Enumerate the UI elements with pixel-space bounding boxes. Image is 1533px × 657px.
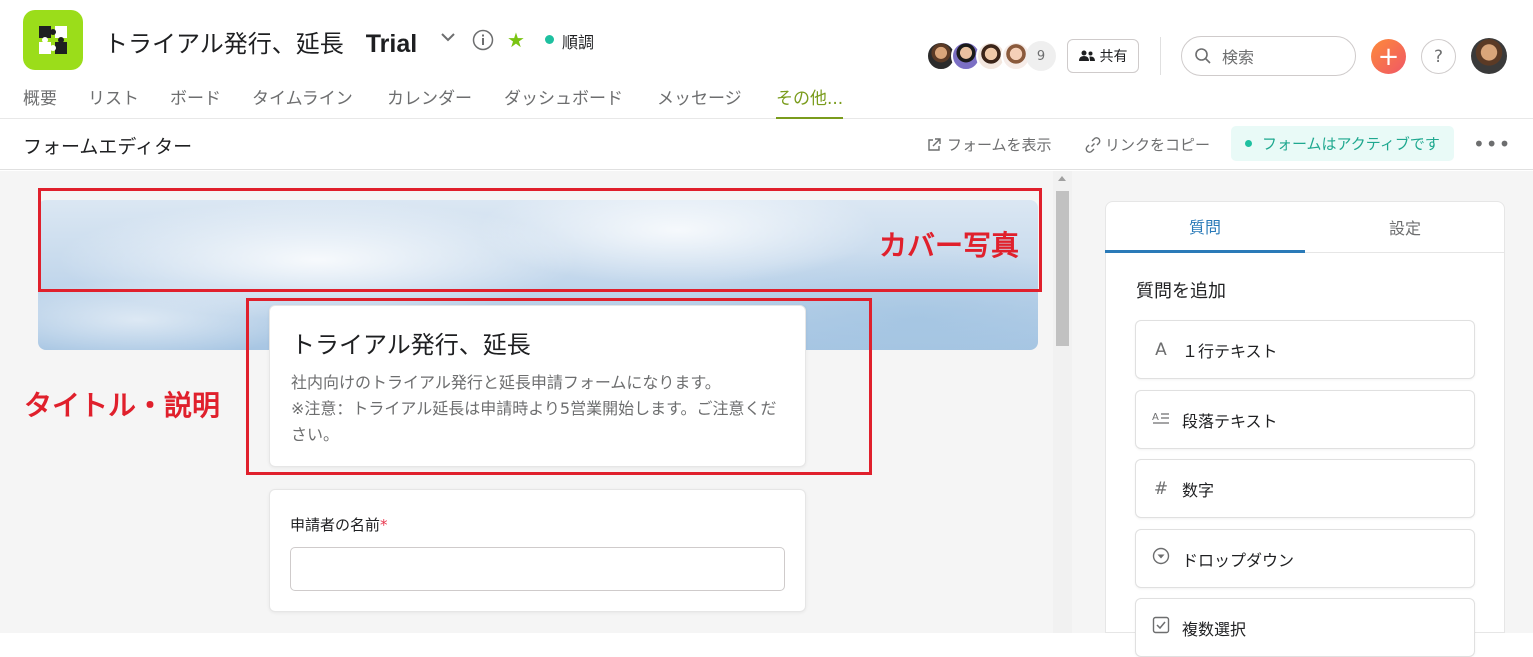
status-label[interactable]: 順調 (562, 29, 594, 53)
status-dot (545, 35, 554, 44)
scroll-up-arrow-icon[interactable] (1058, 176, 1066, 181)
paragraph-icon: A (1152, 410, 1170, 430)
annotation-title-box (246, 298, 872, 475)
tab-more[interactable]: その他... (776, 84, 843, 109)
search-placeholder: 検索 (1222, 48, 1255, 67)
tab-settings[interactable]: 設定 (1305, 201, 1505, 253)
more-options-icon[interactable]: ••• (1473, 132, 1511, 156)
required-mark: * (380, 516, 388, 534)
question-type-label: ドロップダウン (1182, 550, 1295, 570)
checkbox-icon (1152, 616, 1170, 639)
question-label-text: 申請者の名前 (290, 516, 381, 534)
question-label: 申請者の名前* (290, 514, 388, 535)
member-count[interactable]: 9 (1026, 41, 1056, 71)
question-type-label: 複数選択 (1182, 619, 1247, 639)
tab-board[interactable]: ボード (170, 84, 221, 109)
status-dot (1245, 140, 1252, 147)
dropdown-icon (1152, 547, 1170, 570)
add-number-button[interactable]: # 数字 (1135, 459, 1475, 518)
tab-dashboard[interactable]: ダッシュボード (504, 84, 623, 109)
tab-calendar[interactable]: カレンダー (387, 84, 472, 109)
copy-link-label: リンクをコピー (1105, 136, 1211, 154)
add-button[interactable]: + (1371, 39, 1406, 74)
svg-text:A: A (1152, 412, 1159, 423)
external-link-icon (928, 137, 941, 151)
question-type-label: １行テキスト (1182, 341, 1278, 361)
search-icon (1195, 48, 1211, 64)
tab-overview[interactable]: 概要 (23, 84, 57, 109)
link-icon (1085, 136, 1101, 153)
add-question-heading: 質問を追加 (1136, 281, 1226, 302)
info-icon[interactable] (472, 29, 494, 55)
scrollbar-thumb[interactable] (1056, 191, 1069, 346)
form-active-toggle[interactable]: フォームはアクティブです (1231, 126, 1454, 161)
name-answer-field[interactable] (290, 547, 785, 591)
tab-messages[interactable]: メッセージ (657, 84, 742, 109)
help-button[interactable]: ? (1421, 39, 1456, 74)
annotation-cover-label: カバー写真 (879, 229, 1020, 262)
search-input[interactable]: 検索 (1181, 36, 1356, 76)
share-label: 共有 (1099, 49, 1128, 65)
tab-timeline[interactable]: タイムライン (252, 84, 353, 109)
add-single-line-text-button[interactable]: A １行テキスト (1135, 320, 1475, 379)
view-form-label: フォームを表示 (947, 136, 1052, 154)
form-status-label: フォームはアクティブです (1262, 135, 1440, 153)
text-a-icon: A (1155, 339, 1167, 360)
divider (1160, 37, 1161, 75)
add-dropdown-button[interactable]: ドロップダウン (1135, 529, 1475, 588)
chevron-down-icon[interactable] (440, 30, 456, 46)
question-type-label: 数字 (1182, 480, 1215, 500)
add-paragraph-text-button[interactable]: A 段落テキスト (1135, 390, 1475, 449)
annotation-title-label: タイトル・説明 (24, 389, 221, 422)
view-form-link[interactable]: フォームを表示 (927, 134, 1052, 155)
tab-questions[interactable]: 質問 (1105, 201, 1305, 253)
project-title-text: トライアル発行、延長 (104, 30, 344, 58)
tab-list[interactable]: リスト (88, 84, 139, 109)
add-multi-select-button[interactable]: 複数選択 (1135, 598, 1475, 657)
user-avatar[interactable] (1471, 38, 1507, 74)
editor-title: フォームエディター (23, 136, 193, 158)
question-type-label: 段落テキスト (1182, 411, 1278, 431)
people-icon (1078, 50, 1095, 61)
hash-icon: # (1153, 478, 1169, 499)
project-badge: Trial (365, 30, 418, 58)
star-icon[interactable]: ★ (507, 28, 525, 52)
share-button[interactable]: 共有 (1067, 39, 1139, 73)
project-title[interactable]: トライアル発行、延長 Trial (104, 24, 417, 59)
puzzle-icon (39, 26, 67, 54)
copy-link-button[interactable]: リンクをコピー (1085, 134, 1210, 155)
project-icon[interactable] (23, 10, 83, 70)
